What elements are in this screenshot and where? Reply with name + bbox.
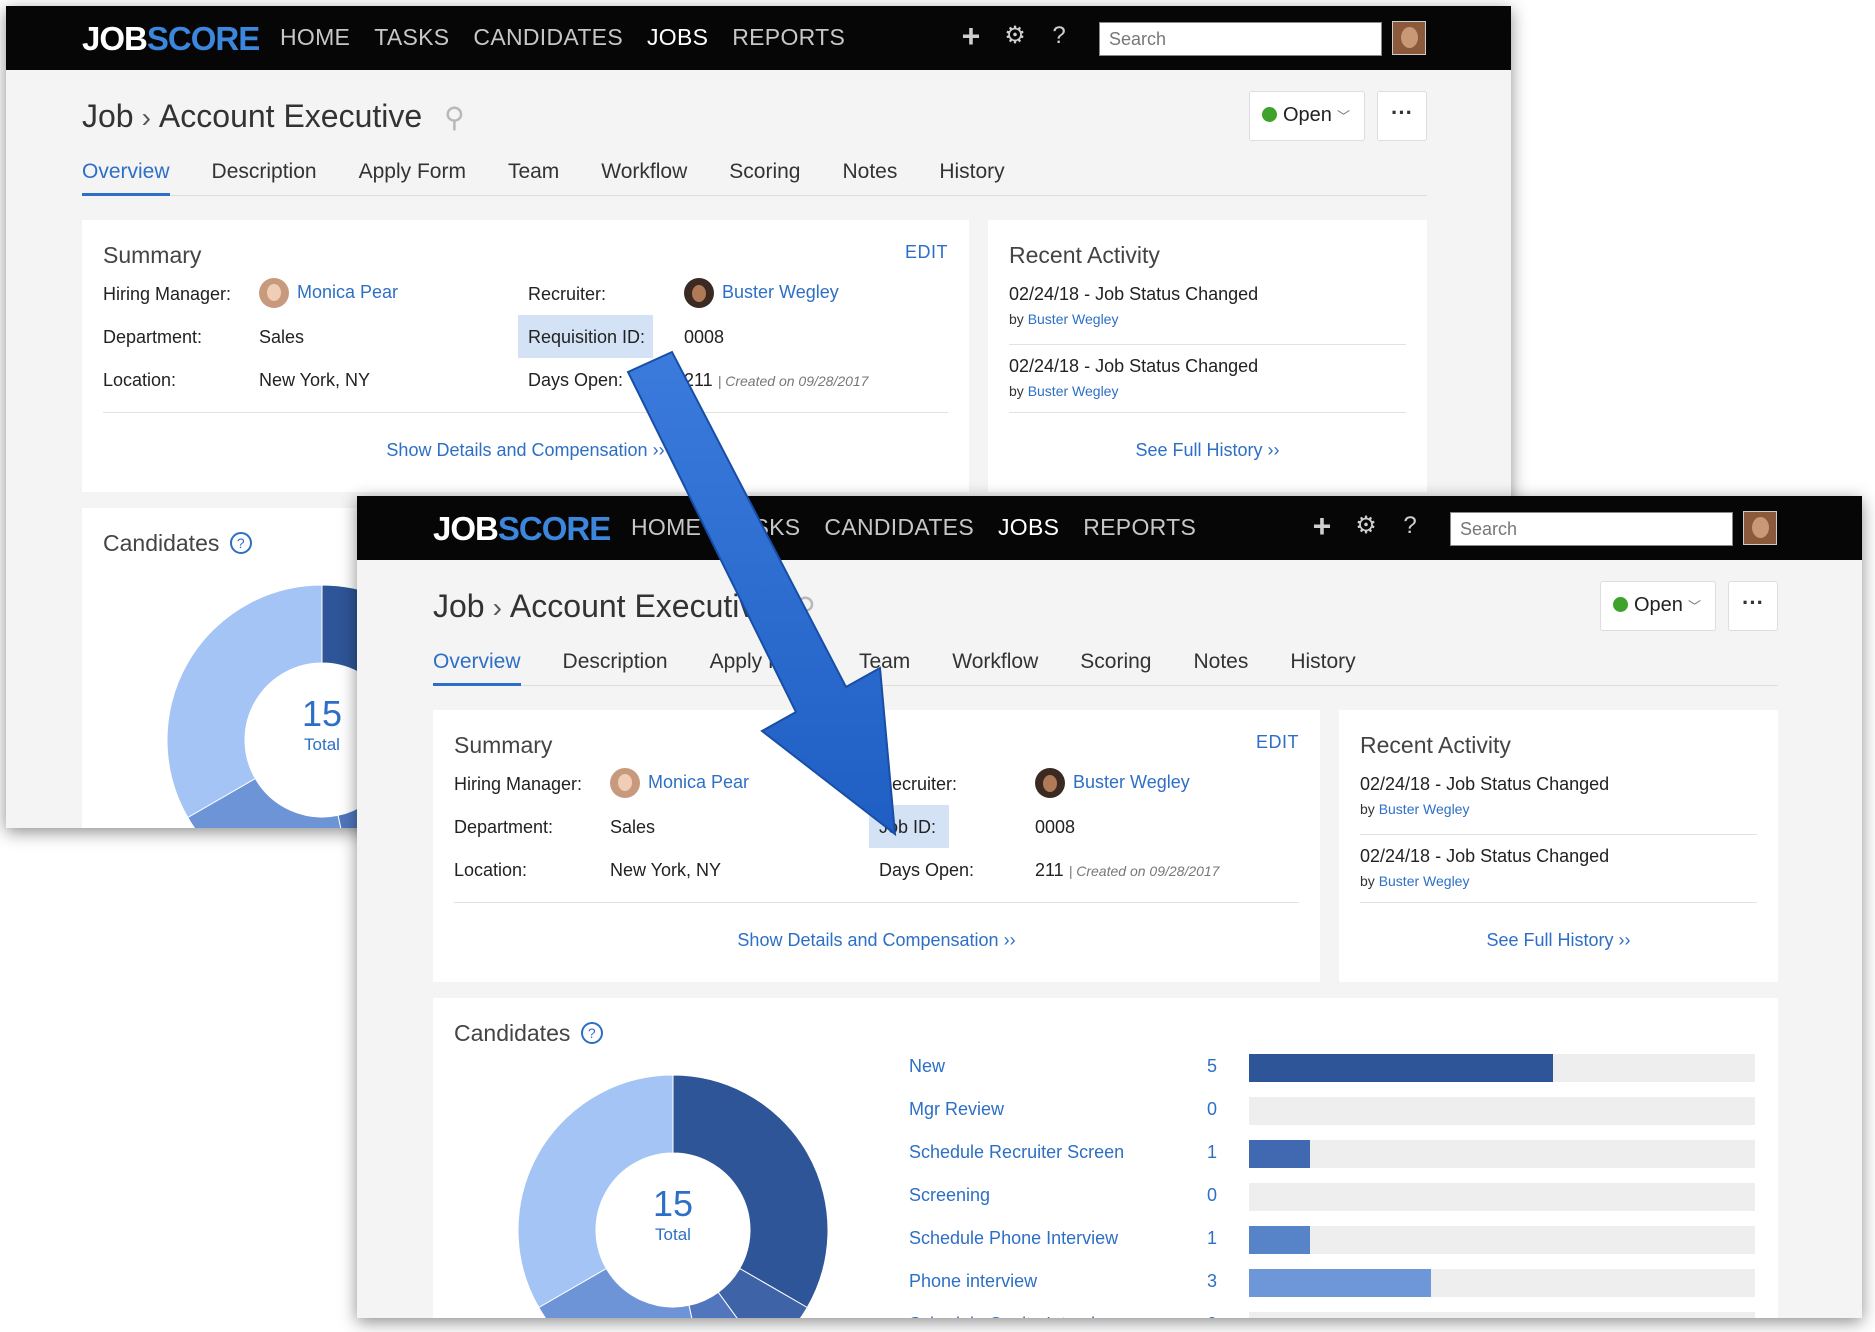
transition-arrow — [626, 350, 897, 837]
